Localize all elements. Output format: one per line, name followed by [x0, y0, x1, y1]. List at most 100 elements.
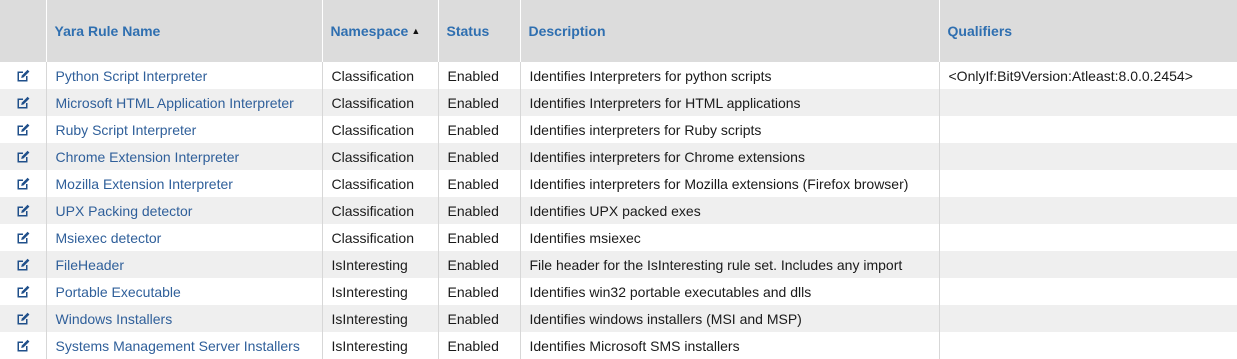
rule-name-cell: Chrome Extension Interpreter [45, 143, 322, 170]
namespace-value: Classification [331, 202, 414, 219]
description-cell: File header for the IsInteresting rule s… [519, 251, 939, 278]
table-row: Portable Executable IsInteresting Enable… [0, 278, 1237, 305]
header-status[interactable]: Status [437, 0, 520, 62]
edit-cell [0, 224, 46, 251]
rule-name-link[interactable]: Windows Installers [56, 311, 173, 327]
edit-cell [0, 251, 46, 278]
rule-name-link[interactable]: Microsoft HTML Application Interpreter [56, 95, 294, 111]
status-cell: Enabled [437, 332, 520, 359]
header-qualifiers-label: Qualifiers [947, 23, 1013, 39]
status-value: Enabled [447, 283, 499, 300]
namespace-value: Classification [331, 175, 414, 192]
status-cell: Enabled [437, 116, 520, 143]
rule-name-cell: Ruby Script Interpreter [45, 116, 322, 143]
table-row: Chrome Extension Interpreter Classificat… [0, 143, 1237, 170]
header-status-label: Status [446, 23, 490, 39]
status-cell: Enabled [437, 62, 520, 89]
yara-rules-table: Yara Rule Name Namespace ▲ Status Descrip… [0, 0, 1237, 359]
description-cell: Identifies msiexec [519, 224, 939, 251]
table-header: Yara Rule Name Namespace ▲ Status Descrip… [0, 0, 1237, 62]
status-value: Enabled [447, 175, 499, 192]
description-value: Identifies interpreters for Chrome exten… [529, 148, 805, 165]
edit-icon[interactable] [15, 68, 31, 84]
qualifiers-cell [938, 224, 1237, 251]
header-name-label: Yara Rule Name [54, 23, 161, 39]
header-name[interactable]: Yara Rule Name [45, 0, 322, 62]
table-row: Ruby Script Interpreter Classification E… [0, 116, 1237, 143]
namespace-value: IsInteresting [331, 337, 408, 354]
edit-cell [0, 197, 46, 224]
status-value: Enabled [447, 148, 499, 165]
status-value: Enabled [447, 94, 499, 111]
edit-icon[interactable] [15, 338, 31, 354]
description-cell: Identifies interpreters for Mozilla exte… [519, 170, 939, 197]
status-value: Enabled [447, 256, 499, 273]
table-row: FileHeader IsInteresting Enabled File he… [0, 251, 1237, 278]
status-value: Enabled [447, 67, 499, 84]
rule-name-link[interactable]: Portable Executable [56, 284, 181, 300]
edit-icon[interactable] [15, 230, 31, 246]
namespace-value: IsInteresting [331, 256, 408, 273]
qualifiers-cell [938, 116, 1237, 143]
table-row: Systems Management Server Installers IsI… [0, 332, 1237, 359]
rule-name-link[interactable]: Python Script Interpreter [56, 68, 208, 84]
rule-name-cell: Msiexec detector [45, 224, 322, 251]
description-cell: Identifies Interpreters for HTML applica… [519, 89, 939, 116]
header-qualifiers[interactable]: Qualifiers [938, 0, 1237, 62]
namespace-cell: Classification [321, 89, 438, 116]
qualifiers-cell [938, 143, 1237, 170]
rule-name-link[interactable]: Mozilla Extension Interpreter [56, 176, 233, 192]
edit-cell [0, 116, 46, 143]
description-value: Identifies interpreters for Mozilla exte… [529, 175, 909, 192]
edit-icon[interactable] [15, 257, 31, 273]
rule-name-link[interactable]: UPX Packing detector [56, 203, 193, 219]
qualifiers-cell [938, 332, 1237, 359]
rule-name-cell: Mozilla Extension Interpreter [45, 170, 322, 197]
status-cell: Enabled [437, 89, 520, 116]
description-value: File header for the IsInteresting rule s… [529, 256, 903, 273]
status-value: Enabled [447, 121, 499, 138]
edit-icon[interactable] [15, 203, 31, 219]
rule-name-cell: Portable Executable [45, 278, 322, 305]
edit-icon[interactable] [15, 95, 31, 111]
rule-name-link[interactable]: Ruby Script Interpreter [56, 122, 197, 138]
rule-name-link[interactable]: Msiexec detector [56, 230, 162, 246]
namespace-cell: Classification [321, 116, 438, 143]
namespace-cell: IsInteresting [321, 251, 438, 278]
description-cell: Identifies Microsoft SMS installers [519, 332, 939, 359]
edit-cell [0, 305, 46, 332]
status-cell: Enabled [437, 143, 520, 170]
status-cell: Enabled [437, 224, 520, 251]
qualifiers-cell [938, 197, 1237, 224]
edit-icon[interactable] [15, 284, 31, 300]
namespace-value: IsInteresting [331, 310, 408, 327]
header-namespace[interactable]: Namespace ▲ [321, 0, 438, 62]
edit-cell [0, 62, 46, 89]
qualifiers-cell: <OnlyIf:Bit9Version:Atleast:8.0.0.2454> [938, 62, 1237, 89]
edit-icon[interactable] [15, 122, 31, 138]
table-row: Python Script Interpreter Classification… [0, 62, 1237, 89]
rule-name-link[interactable]: Systems Management Server Installers [56, 338, 300, 354]
status-cell: Enabled [437, 251, 520, 278]
description-value: Identifies windows installers (MSI and M… [529, 310, 802, 327]
header-description[interactable]: Description [519, 0, 939, 62]
status-value: Enabled [447, 229, 499, 246]
header-edit-column [0, 0, 46, 62]
edit-icon[interactable] [15, 176, 31, 192]
edit-cell [0, 89, 46, 116]
rule-name-link[interactable]: Chrome Extension Interpreter [56, 149, 240, 165]
namespace-value: Classification [331, 94, 414, 111]
edit-icon[interactable] [15, 311, 31, 327]
header-row: Yara Rule Name Namespace ▲ Status Descrip… [0, 0, 1237, 62]
qualifiers-cell [938, 89, 1237, 116]
header-namespace-label: Namespace [330, 23, 409, 39]
description-value: Identifies UPX packed exes [529, 202, 701, 219]
rule-name-cell: Microsoft HTML Application Interpreter [45, 89, 322, 116]
edit-icon[interactable] [15, 149, 31, 165]
status-value: Enabled [447, 202, 499, 219]
description-cell: Identifies windows installers (MSI and M… [519, 305, 939, 332]
sort-up-icon: ▲ [411, 26, 421, 36]
table-row: Mozilla Extension Interpreter Classifica… [0, 170, 1237, 197]
qualifiers-cell [938, 170, 1237, 197]
rule-name-link[interactable]: FileHeader [56, 257, 124, 273]
